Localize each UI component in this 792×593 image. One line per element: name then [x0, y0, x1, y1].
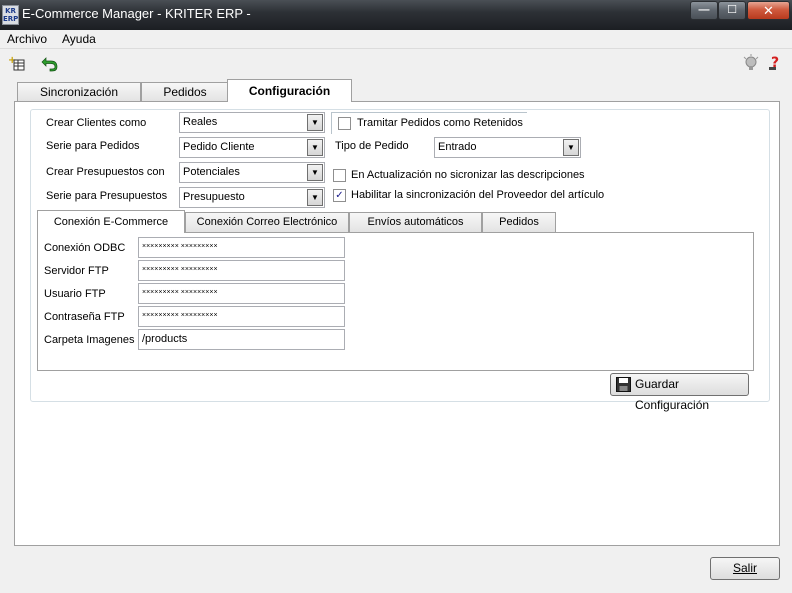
no-sincronizar-checkbox[interactable]: [333, 169, 346, 182]
floppy-disk-icon: [616, 377, 631, 399]
app-icon: KR ERP: [2, 5, 19, 25]
tab-sincronizacion[interactable]: Sincronización: [17, 82, 141, 101]
tab-configuracion[interactable]: Configuración: [227, 79, 352, 102]
ftp-server-value: ××××××××× ×××××××××: [142, 266, 218, 273]
habilitar-proveedor-checkbox[interactable]: ✓: [333, 189, 346, 202]
subtab-envios-automaticos[interactable]: Envíos automáticos: [349, 212, 482, 232]
tab-pedidos[interactable]: Pedidos: [141, 82, 229, 101]
ftp-user-field[interactable]: ××××××××× ×××××××××: [138, 283, 345, 304]
images-folder-label: Carpeta Imagenes: [44, 334, 135, 346]
crear-presupuestos-value: Potenciales: [183, 166, 240, 178]
minimize-button[interactable]: —: [690, 1, 718, 20]
chevron-down-icon[interactable]: ▼: [307, 139, 323, 156]
help-icon[interactable]: ?: [768, 54, 786, 72]
ftp-user-label: Usuario FTP: [44, 288, 106, 300]
tipo-pedido-label: Tipo de Pedido: [335, 140, 409, 152]
crear-presupuestos-select[interactable]: Potenciales ▼: [179, 162, 325, 183]
odbc-value: ××××××××× ×××××××××: [142, 243, 218, 250]
crear-clientes-select[interactable]: Reales ▼: [179, 112, 325, 133]
subtab-conexion-correo[interactable]: Conexión Correo Electrónico: [185, 212, 349, 232]
images-folder-field[interactable]: /products: [138, 329, 345, 350]
tipo-pedido-select[interactable]: Entrado ▼: [434, 137, 581, 158]
salir-label: Salir: [732, 561, 757, 575]
serie-pedidos-label: Serie para Pedidos: [46, 140, 140, 152]
ftp-server-label: Servidor FTP: [44, 265, 109, 277]
habilitar-proveedor-label: Habilitar la sincronización del Proveedo…: [351, 189, 605, 201]
toolbar: + ?: [0, 50, 792, 76]
chevron-down-icon[interactable]: ▼: [307, 164, 323, 181]
chevron-down-icon[interactable]: ▼: [307, 189, 323, 206]
tramitar-checkbox[interactable]: [338, 117, 351, 130]
serie-presupuestos-value: Presupuesto: [183, 191, 245, 203]
close-button[interactable]: ✕: [747, 1, 790, 20]
menu-archivo[interactable]: Archivo: [7, 32, 47, 46]
ftp-server-field[interactable]: ××××××××× ×××××××××: [138, 260, 345, 281]
tipo-pedido-value: Entrado: [438, 141, 477, 153]
ftp-user-value: ××××××××× ×××××××××: [142, 289, 218, 296]
ftp-pass-value: ××××××××× ×××××××××: [142, 312, 218, 319]
crear-clientes-label: Crear Clientes como: [46, 117, 147, 129]
maximize-button[interactable]: ☐: [718, 1, 746, 20]
no-sincronizar-label: En Actualización no sicronizar las descr…: [351, 169, 585, 181]
chevron-down-icon[interactable]: ▼: [563, 139, 579, 156]
tramitar-label: Tramitar Pedidos como Retenidos: [357, 117, 523, 129]
serie-pedidos-value: Pedido Cliente: [183, 141, 255, 153]
ftp-pass-field[interactable]: ××××××××× ×××××××××: [138, 306, 345, 327]
odbc-field[interactable]: ××××××××× ×××××××××: [138, 237, 345, 258]
crear-clientes-value: Reales: [183, 116, 218, 128]
serie-presupuestos-label: Serie para Presupuestos: [46, 190, 168, 202]
subtab-conexion-ecommerce[interactable]: Conexión E-Commerce: [37, 210, 185, 233]
ftp-pass-label: Contraseña FTP: [44, 311, 125, 323]
menu-bar: Archivo Ayuda: [0, 30, 792, 49]
subtab-pedidos[interactable]: Pedidos: [482, 212, 556, 232]
salir-button[interactable]: Salir: [710, 557, 780, 580]
serie-presupuestos-select[interactable]: Presupuesto ▼: [179, 187, 325, 208]
new-grid-icon[interactable]: +: [8, 54, 26, 72]
undo-arrow-icon[interactable]: [41, 54, 59, 72]
chevron-down-icon[interactable]: ▼: [307, 114, 323, 131]
lightbulb-icon[interactable]: [742, 54, 760, 72]
serie-pedidos-select[interactable]: Pedido Cliente ▼: [179, 137, 325, 158]
images-folder-value: /products: [142, 333, 188, 345]
window-title: E-Commerce Manager - KRITER ERP -: [22, 6, 251, 21]
menu-ayuda[interactable]: Ayuda: [62, 32, 96, 46]
odbc-label: Conexión ODBC: [44, 242, 126, 254]
guardar-configuracion-button[interactable]: Guardar Configuración: [610, 373, 749, 412]
guardar-label: Guardar Configuración: [635, 377, 710, 412]
title-bar: KR ERP E-Commerce Manager - KRITER ERP -…: [0, 0, 792, 30]
crear-presupuestos-label: Crear Presupuestos con: [46, 166, 165, 178]
